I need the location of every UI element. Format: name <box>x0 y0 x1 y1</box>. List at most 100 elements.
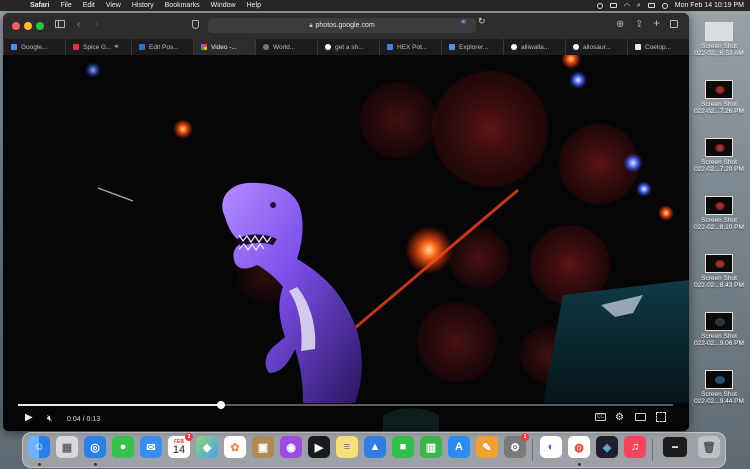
minimized-window-icon[interactable]: ▬ <box>662 436 688 458</box>
tab-label: Google... <box>21 43 48 51</box>
tab-hex-pot[interactable]: HEX Pot... <box>379 39 441 55</box>
downloads-icon[interactable]: ⊕ <box>616 19 624 31</box>
zoom-window-button[interactable] <box>36 22 44 30</box>
close-window-button[interactable] <box>12 22 20 30</box>
spice-favicon-icon <box>73 44 79 50</box>
notes-icon[interactable]: ≡ <box>336 436 358 458</box>
audio-playing-icon[interactable]: 🔊︎ <box>461 17 466 27</box>
calendar-icon[interactable]: FEB 14 2 <box>168 433 193 458</box>
minimize-window-button[interactable] <box>24 22 32 30</box>
address-bar[interactable]: 🔒︎ photos.google.com <box>208 18 476 33</box>
desktop-file-screenshot[interactable]: Screen Shot 022-02...9.44 PM <box>693 370 745 405</box>
tab-allosaur[interactable]: allosaur... <box>565 39 627 55</box>
menu-file[interactable]: File <box>60 2 71 9</box>
url-text: photos.google.com <box>315 22 375 29</box>
desktop-file-screenshot[interactable]: Screen Shot 022-02...8.10 PM <box>693 196 745 231</box>
running-indicator <box>578 463 581 466</box>
keychain-icon[interactable]: ▣ <box>252 436 274 458</box>
google-favicon-icon <box>325 44 331 50</box>
battery-icon[interactable] <box>609 3 617 8</box>
tab-alliwalla[interactable]: alliwalla... <box>503 39 565 55</box>
back-icon[interactable]: ‹ <box>77 19 80 31</box>
google-favicon-icon <box>11 44 17 50</box>
calendar-day: 14 <box>172 443 186 456</box>
status-circle-icon[interactable] <box>596 2 603 9</box>
menu-help[interactable]: Help <box>247 2 261 9</box>
menu-edit[interactable]: Edit <box>83 2 95 9</box>
photos-icon[interactable]: ✿ <box>224 436 246 458</box>
maps-icon[interactable]: ◆ <box>196 436 218 458</box>
messages-icon[interactable]: ● <box>112 436 134 458</box>
chrome-icon[interactable]: ◍ <box>568 436 590 458</box>
forward-icon[interactable]: › <box>95 19 98 31</box>
new-tab-icon[interactable]: + <box>653 17 660 29</box>
control-center-icon[interactable] <box>647 3 655 8</box>
screenshot-thumbnail <box>705 22 733 41</box>
tab-world[interactable]: World... <box>255 39 317 55</box>
desktop-file-screenshot[interactable]: Screen Shot 022-02...7.20 PM <box>693 138 745 173</box>
tab-overview-icon[interactable] <box>670 20 678 28</box>
launchpad-icon[interactable]: ▦ <box>56 436 78 458</box>
numbers-icon[interactable]: ▥ <box>420 436 442 458</box>
davinci-resolve-icon[interactable]: ◈ <box>596 436 618 458</box>
search-icon[interactable]: ⌕ <box>637 2 641 10</box>
menu-view[interactable]: View <box>106 2 121 9</box>
menu-history[interactable]: History <box>132 2 154 9</box>
screenshot-thumbnail <box>705 254 733 273</box>
safari-icon[interactable]: ◎ <box>84 436 106 458</box>
tab-explorer[interactable]: Explorer... <box>441 39 503 55</box>
menu-app-name[interactable]: Safari <box>30 2 49 9</box>
play-icon[interactable]: ▶ <box>25 412 33 424</box>
tab-audio-icon[interactable]: 🔊︎ <box>115 44 119 51</box>
app-store-icon[interactable]: A <box>448 436 470 458</box>
menu-bookmarks[interactable]: Bookmarks <box>165 2 200 9</box>
tv-icon[interactable]: ▶ <box>308 436 330 458</box>
menu-clock[interactable]: Mon Feb 14 10:19 PM <box>675 2 744 9</box>
file-name-line2: 022-02...7.20 PM <box>694 166 744 173</box>
tab-video[interactable]: Video -... <box>193 39 255 55</box>
podcasts-icon[interactable]: ◉ <box>280 436 302 458</box>
file-name-line2: 022-02...9.06 PM <box>694 340 744 347</box>
share-icon[interactable]: ⇪ <box>635 19 643 31</box>
video-player[interactable]: ▶ 🔇︎ 0:04 / 0:13 CC ⚙ <box>3 55 689 431</box>
tab-edit-post[interactable]: Edit Pos... <box>131 39 193 55</box>
trash-icon[interactable]: 🗑︎ <box>698 436 720 458</box>
file-name-line2: 022-02...7.26 PM <box>694 108 744 115</box>
tab-spice[interactable]: Spice G... 🔊︎ <box>65 39 131 55</box>
mute-icon[interactable]: 🔇︎ <box>47 412 53 424</box>
tab-get-a-sh[interactable]: get a sh... <box>317 39 379 55</box>
sidebar-toggle-icon[interactable] <box>55 20 65 28</box>
desktop-file-screenshot[interactable]: Screen Shot 022-02...9.06 PM <box>693 312 745 347</box>
tab-coelop[interactable]: Coelop... <box>627 39 689 55</box>
screenshot-thumbnail <box>705 312 733 331</box>
pages-icon[interactable]: ✎ <box>476 436 498 458</box>
fullscreen-icon[interactable] <box>656 412 666 422</box>
tab-label: allosaur... <box>583 43 611 51</box>
menu-window[interactable]: Window <box>211 2 236 9</box>
reload-icon[interactable]: ↻ <box>478 16 486 27</box>
messenger-icon[interactable]: ◐ <box>540 436 562 458</box>
finder-icon[interactable]: ☺ <box>28 436 50 458</box>
time-display: 0:04 / 0:13 <box>67 416 101 423</box>
video-progress-bar[interactable] <box>18 401 673 409</box>
mail-icon[interactable]: ✉ <box>140 436 162 458</box>
desktop-file-screenshot[interactable]: Screen Shot 022-02...8.43 PM <box>693 254 745 289</box>
keynote-icon[interactable]: ▲ <box>364 436 386 458</box>
music-icon[interactable]: ♫ <box>624 436 646 458</box>
privacy-shield-icon[interactable] <box>192 20 199 29</box>
tab-google[interactable]: Google... <box>3 39 65 55</box>
desktop-file-screenshot[interactable]: Screen Shot 022-02...6.53 AM <box>693 22 745 57</box>
airplay-icon[interactable] <box>635 413 646 421</box>
settings-gear-icon[interactable]: ⚙ <box>615 412 624 424</box>
siri-icon[interactable] <box>661 2 668 9</box>
screenshot-thumbnail <box>705 138 733 157</box>
file-name-line2: 022-02...6.53 AM <box>694 50 744 57</box>
desktop-file-screenshot[interactable]: Screen Shot 022-02...7.26 PM <box>693 80 745 115</box>
captions-icon[interactable]: CC <box>595 413 606 421</box>
wifi-icon[interactable]: ◠ <box>624 2 630 10</box>
calendar-badge: 2 <box>185 433 193 441</box>
tab-label: alliwalla... <box>521 43 550 51</box>
facetime-icon[interactable]: ■ <box>392 436 414 458</box>
system-preferences-icon[interactable]: ⚙ 1 <box>504 433 529 458</box>
video-progress-handle[interactable] <box>217 401 226 409</box>
